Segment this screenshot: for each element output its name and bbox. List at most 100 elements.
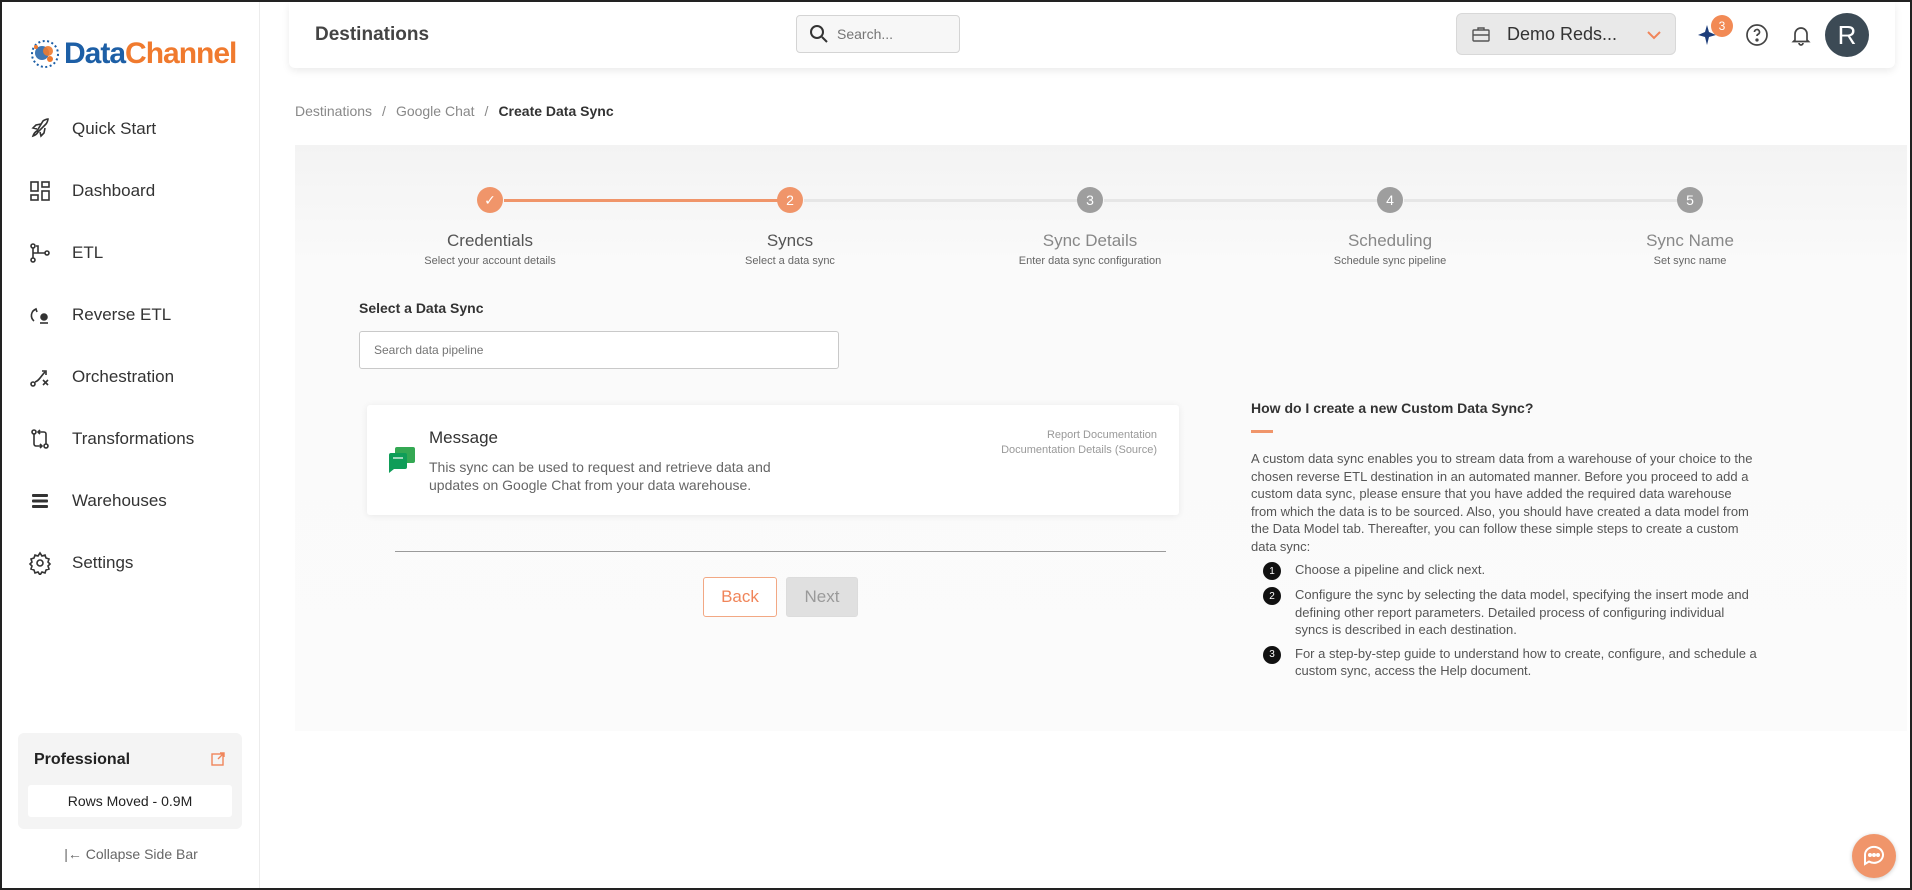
notification-badge: 3 (1711, 15, 1733, 37)
sidebar-item-label: Warehouses (72, 491, 167, 510)
sidebar-nav: Quick Start Dashboard ETL Reverse ETL Or… (2, 98, 260, 594)
chat-support-button[interactable] (1852, 834, 1896, 878)
workspace-name: Demo Reds... (1507, 23, 1618, 44)
transformations-icon (26, 425, 54, 453)
breadcrumb-google-chat[interactable]: Google Chat (396, 103, 475, 119)
step-sublabel: Select your account details (424, 255, 556, 267)
bell-icon[interactable] (1788, 22, 1814, 48)
global-search[interactable] (796, 15, 960, 53)
step-connector (504, 199, 791, 202)
step-1-check-icon: ✓ (477, 187, 503, 213)
sidebar-item-reverse-etl[interactable]: Reverse ETL (2, 284, 260, 346)
report-documentation-link[interactable]: Report Documentation (1047, 429, 1157, 441)
select-sync-title: Select a Data Sync (359, 300, 484, 316)
sidebar-item-orchestration[interactable]: Orchestration (2, 346, 260, 408)
page-title: Destinations (315, 24, 430, 45)
dashboard-icon (26, 177, 54, 205)
sync-title: Message (429, 428, 498, 447)
help-step-text: For a step-by-step guide to understand h… (1295, 645, 1757, 679)
sidebar-item-label: Orchestration (72, 367, 175, 386)
breadcrumb: Destinations / Google Chat / Create Data… (295, 103, 614, 119)
step-number: 2 (1263, 587, 1281, 605)
sidebar-item-label: Reverse ETL (72, 305, 172, 324)
external-link-icon[interactable] (210, 751, 226, 767)
help-step-text: Choose a pipeline and click next. (1295, 562, 1486, 577)
plan-title: Professional (34, 751, 131, 768)
sidebar-item-label: ETL (72, 243, 104, 262)
search-input[interactable] (837, 26, 947, 42)
help-step: 3 For a step-by-step guide to understand… (1251, 645, 1761, 680)
workspace-selector[interactable]: Demo Reds... (1456, 13, 1676, 55)
google-chat-icon (389, 447, 415, 473)
reverse-etl-icon (26, 301, 54, 329)
documentation-details-link[interactable]: Documentation Details (Source) (1001, 444, 1157, 456)
sync-option-card[interactable]: Message This sync can be used to request… (367, 405, 1179, 515)
sidebar-item-transformations[interactable]: Transformations (2, 408, 260, 470)
chat-bubble-icon (1863, 845, 1884, 866)
sidebar-item-label: Quick Start (72, 119, 157, 138)
step-number: 3 (1263, 645, 1281, 664)
help-steps: 1 Choose a pipeline and click next. 2 Co… (1251, 561, 1761, 680)
brand-logo[interactable]: DataChannel (28, 34, 237, 74)
sidebar-item-dashboard[interactable]: Dashboard (2, 160, 260, 222)
step-label: Sync Name (1646, 231, 1734, 250)
step-sublabel: Schedule sync pipeline (1333, 255, 1447, 267)
step-connector (804, 199, 1091, 202)
top-header: Destinations Demo Reds... 3 R (289, 2, 1895, 68)
user-avatar[interactable]: R (1825, 13, 1869, 57)
rocket-icon (26, 115, 54, 143)
pipeline-search-input[interactable] (359, 331, 839, 369)
step-connector (1404, 199, 1691, 202)
help-step: 2 Configure the sync by selecting the da… (1251, 586, 1761, 639)
warehouses-icon (26, 487, 54, 515)
sidebar-item-label: Settings (72, 553, 134, 572)
sidebar-item-settings[interactable]: Settings (2, 532, 260, 594)
step-label: Syncs (766, 231, 814, 250)
step-connector (1104, 199, 1391, 202)
sidebar-item-label: Transformations (72, 429, 195, 448)
sidebar-item-quick-start[interactable]: Quick Start (2, 98, 260, 160)
collapse-sidebar-button[interactable]: |← Collapse Side Bar (2, 846, 260, 862)
help-accent-bar (1251, 430, 1273, 433)
help-step: 1 Choose a pipeline and click next. (1251, 561, 1761, 580)
logo-icon (31, 40, 59, 68)
brand-name: DataChannel (64, 37, 237, 71)
step-sublabel: Select a data sync (745, 255, 835, 267)
sidebar-item-etl[interactable]: ETL (2, 222, 260, 284)
briefcase-icon (1472, 27, 1490, 42)
sidebar-item-label: Dashboard (72, 181, 156, 200)
step-sublabel: Enter data sync configuration (1018, 255, 1162, 267)
step-label: Credentials (447, 231, 533, 250)
sidebar: DataChannel Quick Start Dashboard ETL Re… (2, 2, 260, 888)
create-sync-panel: ✓ Credentials Select your account detail… (295, 145, 1907, 731)
brand-part-data: Data (64, 37, 126, 70)
gear-icon (26, 549, 54, 577)
etl-icon (26, 239, 54, 267)
step-5-indicator: 5 (1677, 187, 1703, 213)
rows-moved-indicator: Rows Moved - 0.9M (28, 785, 232, 817)
sync-description: This sync can be used to request and ret… (429, 459, 771, 493)
wizard-stepper: ✓ Credentials Select your account detail… (295, 145, 1907, 275)
step-number: 1 (1263, 562, 1281, 580)
step-2-indicator: 2 (777, 187, 803, 213)
help-icon[interactable] (1744, 22, 1770, 48)
sidebar-item-warehouses[interactable]: Warehouses (2, 470, 260, 532)
help-question: How do I create a new Custom Data Sync? (1251, 400, 1534, 416)
back-button[interactable]: Back (703, 577, 777, 617)
step-3-indicator: 3 (1077, 187, 1103, 213)
step-label: Scheduling (1347, 231, 1433, 250)
divider (395, 551, 1166, 552)
step-label: Sync Details (1042, 231, 1138, 250)
help-panel: How do I create a new Custom Data Sync? … (1251, 400, 1761, 686)
plan-card: Professional Rows Moved - 0.9M (18, 733, 242, 829)
search-icon (810, 25, 828, 43)
next-button[interactable]: Next (786, 577, 858, 617)
step-sublabel: Set sync name (1653, 255, 1727, 267)
breadcrumb-separator: / (484, 103, 489, 119)
breadcrumb-current: Create Data Sync (498, 103, 614, 119)
orchestration-icon (26, 363, 54, 391)
breadcrumb-destinations[interactable]: Destinations (295, 103, 372, 119)
step-4-indicator: 4 (1377, 187, 1403, 213)
chevron-down-icon (1647, 31, 1661, 40)
help-paragraph: A custom data sync enables you to stream… (1251, 451, 1753, 554)
